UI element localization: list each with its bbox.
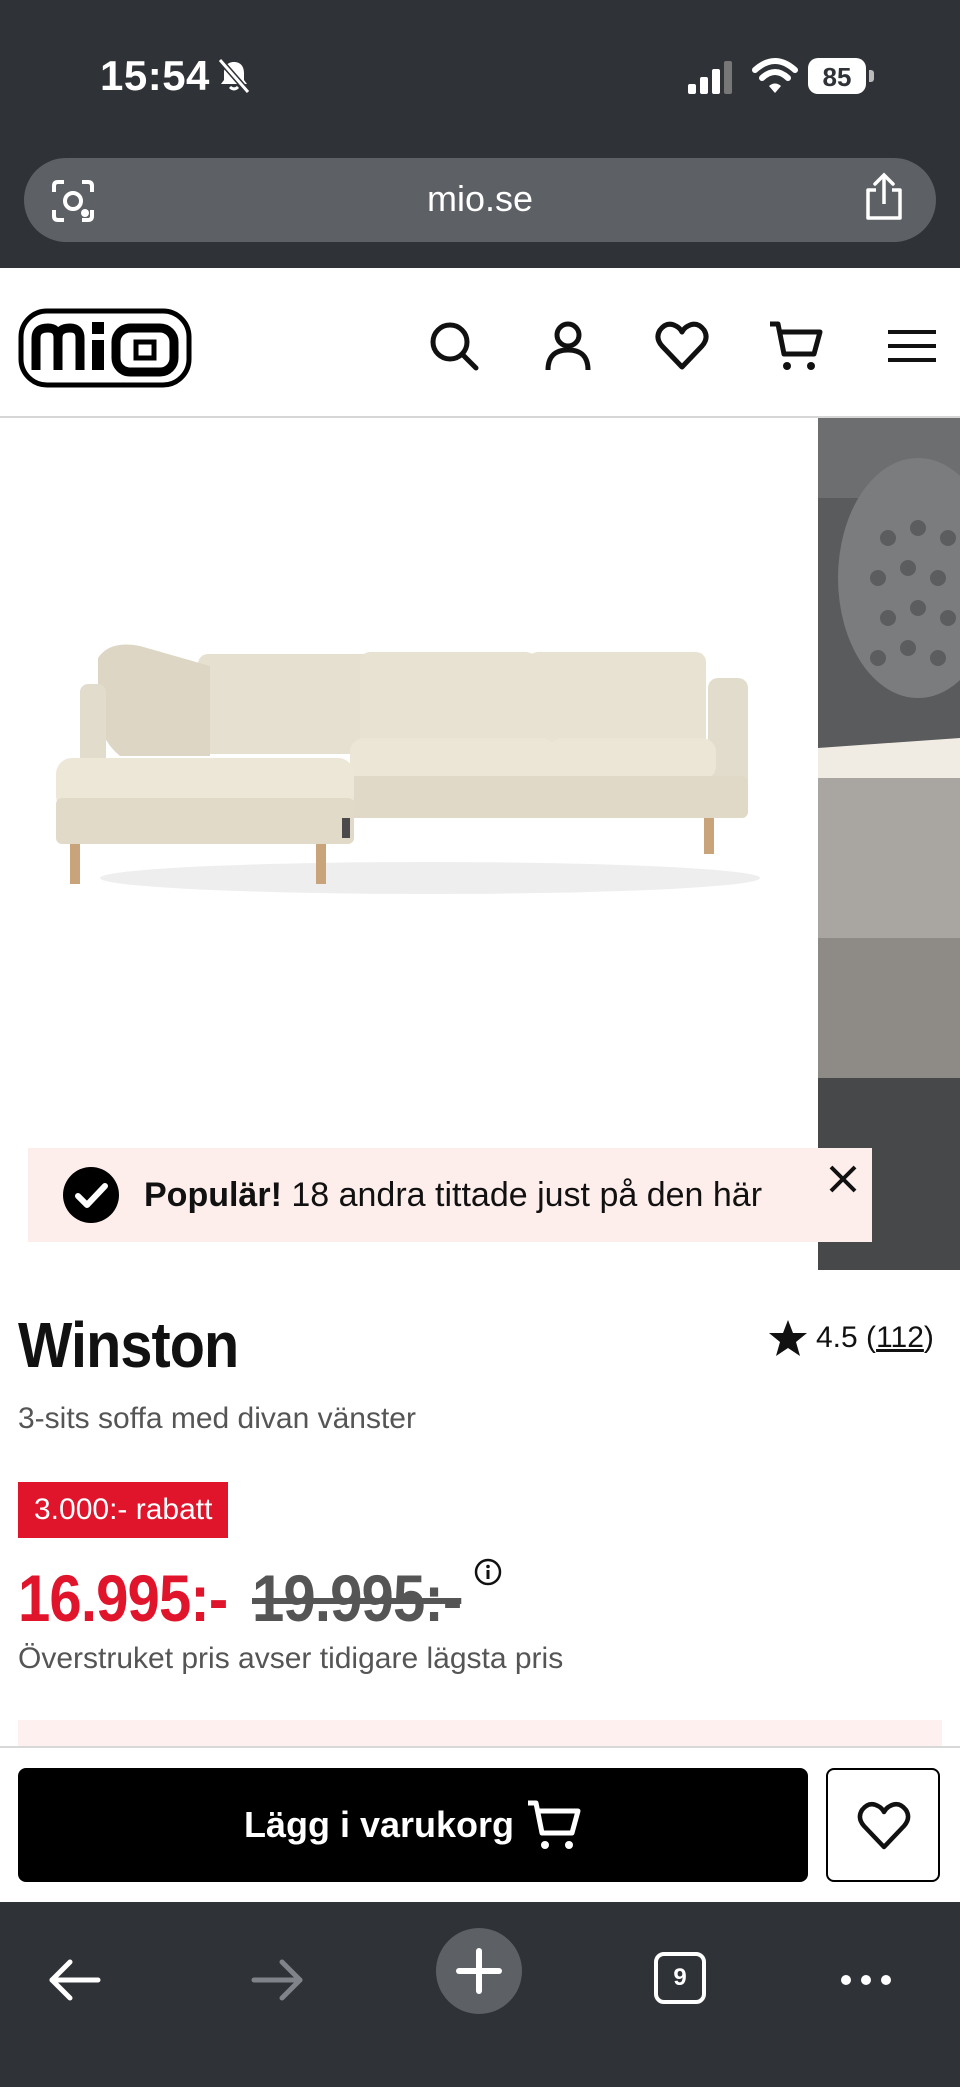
url-text: mio.se (426, 178, 534, 219)
site-header (0, 268, 960, 418)
heart-icon[interactable] (654, 318, 710, 374)
menu-icon[interactable] (884, 318, 940, 374)
address-bar[interactable]: mio.se (24, 158, 936, 242)
plus-icon (456, 1948, 502, 1994)
check-circle-icon (63, 1167, 119, 1223)
account-icon[interactable] (540, 318, 596, 374)
wifi-icon (752, 58, 798, 93)
bell-muted-icon (217, 58, 251, 94)
add-to-cart-button[interactable]: Lägg i varukorg (18, 1768, 808, 1882)
mio-logo[interactable] (18, 308, 192, 388)
forward-arrow-icon[interactable] (250, 1952, 306, 2008)
cell-signal-icon (688, 61, 732, 94)
status-time: 15:54 (100, 52, 210, 99)
sofa-product-image (56, 644, 760, 894)
add-to-cart-label: Lägg i varukorg (243, 1804, 515, 1845)
search-icon[interactable] (426, 318, 482, 374)
review-count-link[interactable]: 112 (876, 1321, 924, 1355)
product-image-gallery[interactable]: Populär! 18 andra tittade just på den hä… (0, 418, 960, 1270)
battery-level: 85 (822, 62, 852, 92)
popularity-toast: Populär! 18 andra tittade just på den hä… (28, 1148, 872, 1242)
info-icon[interactable] (474, 1558, 502, 1586)
browser-toolbar: 9 (0, 1902, 960, 2087)
product-title: Winston (18, 1309, 239, 1381)
browser-top-chrome: 15:54 85 mio.se (0, 0, 960, 268)
original-price: 19.995:- (252, 1561, 462, 1635)
cart-icon[interactable] (768, 318, 824, 374)
current-price: 16.995:- (18, 1561, 228, 1635)
product-subtitle: 3-sits soffa med divan vänster (18, 1402, 416, 1435)
close-icon[interactable] (826, 1162, 860, 1196)
toast-bold: Populär! (144, 1176, 282, 1214)
promo-strip (18, 1720, 942, 1746)
toast-text: 18 andra tittade just på den här (281, 1176, 763, 1214)
price-note: Överstruket pris avser tidigare lägsta p… (18, 1642, 564, 1675)
back-arrow-icon[interactable] (46, 1952, 102, 2008)
toast-message: Populär! 18 andra tittade just på den hä… (144, 1176, 762, 1215)
battery-indicator: 85 (808, 58, 874, 94)
cart-icon (528, 1800, 581, 1849)
lifestyle-photo-image (818, 418, 960, 1270)
share-icon[interactable] (858, 172, 910, 224)
tabs-button[interactable]: 9 (654, 1952, 706, 2004)
rating-value: 4.5 (816, 1321, 858, 1354)
discount-badge: 3.000:- rabatt (18, 1482, 229, 1538)
heart-icon (857, 1801, 911, 1850)
sticky-cart-bar: Lägg i varukorg (0, 1746, 960, 1904)
product-rating[interactable]: 4.5 (112) (768, 1316, 934, 1360)
add-to-wishlist-button[interactable] (826, 1768, 940, 1882)
new-tab-button[interactable] (436, 1928, 522, 2014)
more-options-icon[interactable] (838, 1952, 894, 2008)
star-icon (769, 1320, 807, 1356)
